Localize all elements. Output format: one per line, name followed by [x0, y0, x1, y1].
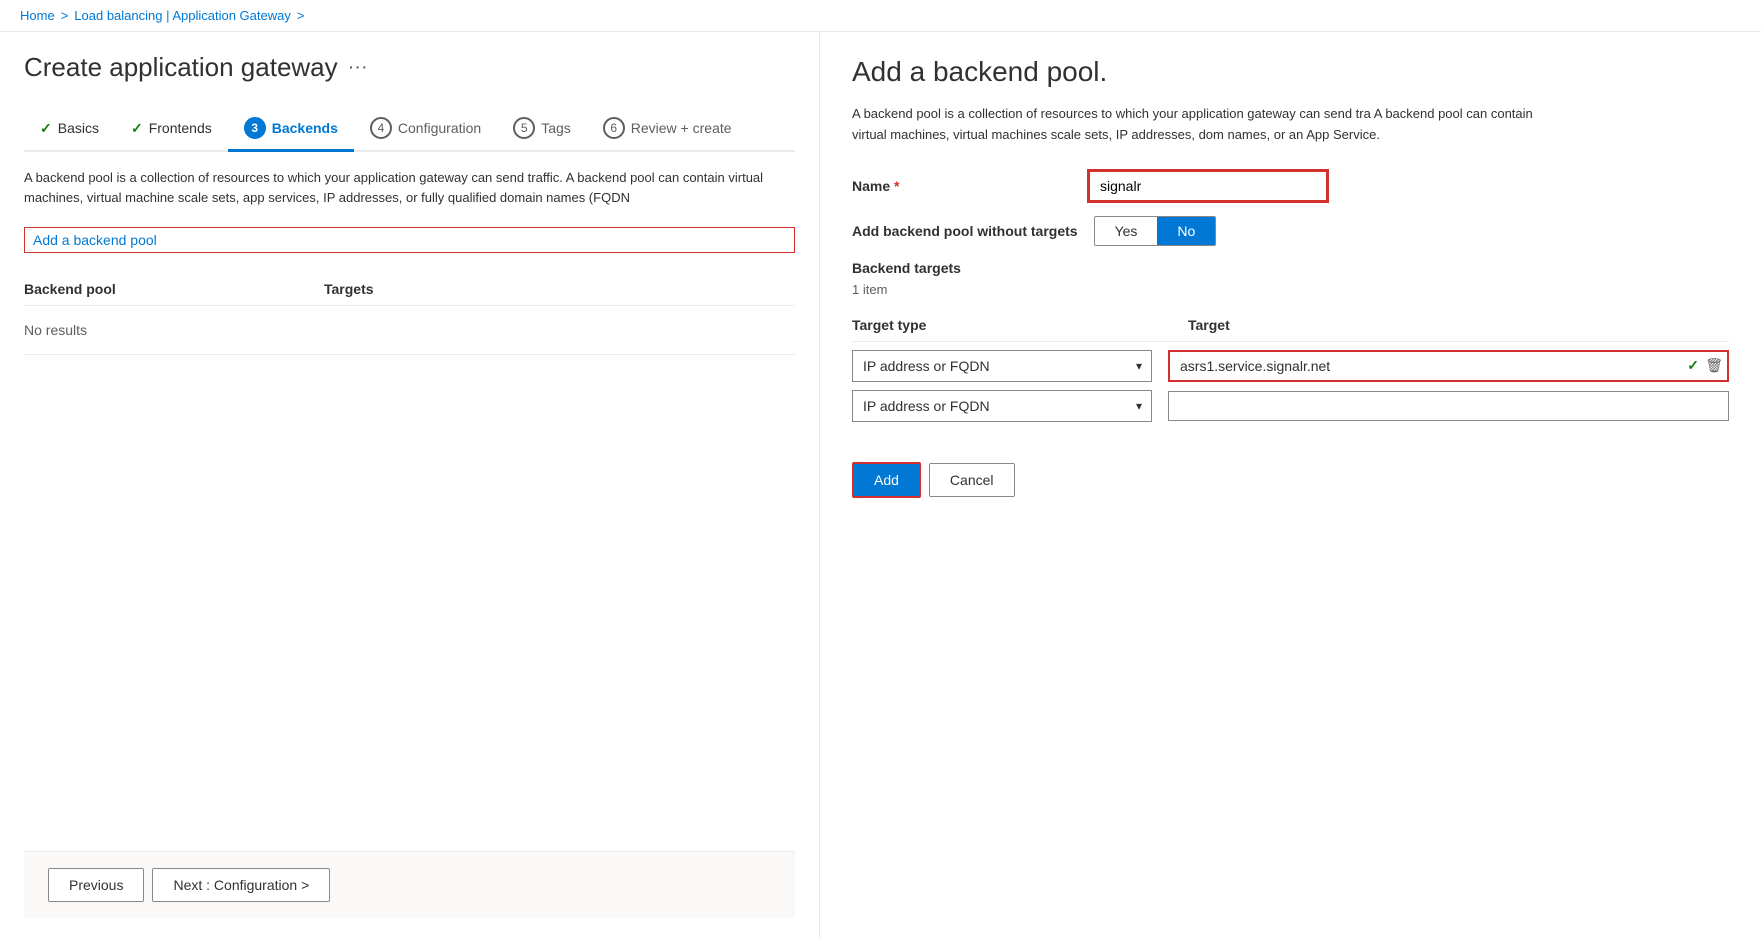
step-basics[interactable]: ✓ Basics: [24, 110, 115, 150]
item-count: 1 item: [852, 282, 1729, 297]
step-configuration-label: Configuration: [398, 120, 481, 136]
right-bottom-bar: Add Cancel: [852, 462, 1729, 498]
target-input-wrapper-1: ✓ 🗑: [1168, 350, 1729, 382]
breadcrumb: Home > Load balancing | Application Gate…: [20, 8, 1741, 23]
page-title: Create application gateway: [24, 52, 338, 83]
toggle-yes[interactable]: Yes: [1095, 217, 1158, 245]
required-indicator: *: [894, 178, 899, 194]
next-configuration-button[interactable]: Next : Configuration >: [152, 868, 330, 902]
step-review-num: 6: [603, 117, 625, 139]
right-panel: Add a backend pool. A backend pool is a …: [820, 32, 1761, 938]
no-results: No results: [24, 306, 795, 355]
name-row: Name *: [852, 170, 1729, 202]
breadcrumb-home[interactable]: Home: [20, 8, 55, 23]
targets-table-header: Target type Target: [852, 309, 1729, 342]
toggle-no[interactable]: No: [1157, 217, 1215, 245]
breadcrumb-bar: Home > Load balancing | Application Gate…: [0, 0, 1761, 32]
check-icon-1: ✓: [1687, 357, 1699, 374]
main-content: Create application gateway ··· ✓ Basics …: [0, 32, 1761, 938]
add-without-targets-row: Add backend pool without targets Yes No: [852, 216, 1729, 246]
previous-button[interactable]: Previous: [48, 868, 144, 902]
target-type-dropdown-1[interactable]: IP address or FQDN: [852, 350, 1152, 382]
breadcrumb-load-balancing[interactable]: Load balancing | Application Gateway: [74, 8, 291, 23]
add-backend-pool-link[interactable]: Add a backend pool: [24, 227, 795, 253]
bottom-bar: Previous Next : Configuration >: [24, 851, 795, 918]
step-backends-label: Backends: [272, 120, 338, 136]
page-title-area: Create application gateway ···: [24, 52, 795, 83]
target-type-select-2: IP address or FQDN ▾: [852, 390, 1152, 422]
target-input-wrapper-2: [1168, 391, 1729, 421]
check-basics: ✓: [40, 120, 52, 137]
step-backends-num: 3: [244, 117, 266, 139]
breadcrumb-sep2: >: [297, 8, 305, 23]
check-frontends: ✓: [131, 120, 143, 137]
step-tags-label: Tags: [541, 120, 571, 136]
step-review[interactable]: 6 Review + create: [587, 107, 748, 152]
main-description: A backend pool is a collection of resour…: [24, 168, 795, 207]
step-backends[interactable]: 3 Backends: [228, 107, 354, 152]
table-header: Backend pool Targets: [24, 273, 795, 306]
col-target-header: Target: [1188, 317, 1729, 333]
target-input-2[interactable]: [1168, 391, 1729, 421]
left-panel: Create application gateway ··· ✓ Basics …: [0, 32, 820, 938]
add-without-targets-label: Add backend pool without targets: [852, 223, 1078, 239]
steps-nav: ✓ Basics ✓ Frontends 3 Backends 4 Config…: [24, 107, 795, 152]
toggle-group: Yes No: [1094, 216, 1217, 246]
step-configuration[interactable]: 4 Configuration: [354, 107, 497, 152]
target-input-1[interactable]: [1170, 352, 1727, 380]
cancel-button[interactable]: Cancel: [929, 463, 1015, 497]
target-row-1: IP address or FQDN ▾ ✓ 🗑: [852, 350, 1729, 382]
col-header-targets: Targets: [324, 281, 795, 297]
target-type-select-1: IP address or FQDN ▾: [852, 350, 1152, 382]
col-type-header: Target type: [852, 317, 1172, 333]
step-configuration-num: 4: [370, 117, 392, 139]
panel-title: Add a backend pool.: [852, 56, 1729, 88]
col-header-pool: Backend pool: [24, 281, 324, 297]
name-input[interactable]: [1088, 170, 1328, 202]
target-type-dropdown-2[interactable]: IP address or FQDN: [852, 390, 1152, 422]
add-button[interactable]: Add: [852, 462, 921, 498]
ellipsis-menu[interactable]: ···: [348, 56, 368, 79]
step-tags[interactable]: 5 Tags: [497, 107, 587, 152]
delete-target-1[interactable]: 🗑: [1705, 357, 1723, 374]
target-row-2: IP address or FQDN ▾: [852, 390, 1729, 422]
panel-description: A backend pool is a collection of resour…: [852, 104, 1552, 146]
backend-targets-title: Backend targets: [852, 260, 1729, 276]
step-frontends-label: Frontends: [149, 120, 212, 136]
step-review-label: Review + create: [631, 120, 732, 136]
step-frontends[interactable]: ✓ Frontends: [115, 110, 228, 150]
step-tags-num: 5: [513, 117, 535, 139]
name-label: Name *: [852, 178, 1072, 194]
step-basics-label: Basics: [58, 120, 99, 136]
breadcrumb-sep1: >: [61, 8, 69, 23]
